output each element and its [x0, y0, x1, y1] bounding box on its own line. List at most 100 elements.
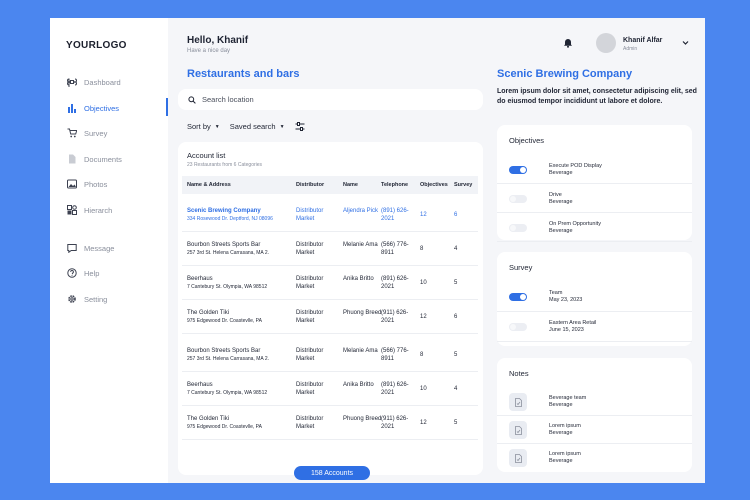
avatar[interactable] — [596, 33, 616, 53]
saved-search-button[interactable]: Saved search ▼ — [230, 122, 285, 131]
objectives-item: Drive Beverage — [497, 184, 692, 213]
distributor-cell: Distributor Market — [296, 416, 324, 430]
telephone-cell: (911) 626-2021 — [381, 310, 409, 324]
image-icon — [66, 179, 77, 190]
table-row[interactable]: Bourbon Streets Sports Bar 257 3rd St. He… — [182, 232, 478, 266]
objectives-item-text: Execute POD Display Beverage — [549, 163, 602, 177]
note-item[interactable]: Beverage team Beverage — [497, 388, 692, 416]
account-name[interactable]: The Golden Tiki — [187, 309, 262, 317]
user-name: Khanif Alfar — [623, 37, 663, 44]
toggle-switch[interactable] — [509, 323, 527, 331]
telephone-cell: (891) 626-2021 — [381, 208, 409, 222]
sliders-icon[interactable] — [295, 122, 305, 131]
chevron-down-icon[interactable] — [682, 40, 689, 46]
account-name[interactable]: Beerhaus — [187, 381, 267, 389]
account-list-subtitle: 23 Restaurants from 6 Categories — [187, 162, 263, 168]
app-window: YOURLOGO Dashboard Objectives Survey Doc… — [50, 18, 705, 483]
objectives-cell: 8 — [420, 246, 424, 252]
toggle-switch[interactable] — [509, 194, 527, 203]
survey-item: Team May 23, 2023 — [497, 282, 692, 312]
table-row[interactable]: Scenic Brewing Company 334 Rosewood Dr. D… — [182, 198, 478, 232]
note-sub: Beverage — [549, 458, 573, 464]
sidebar-item-hierarch[interactable]: Hierarch — [66, 203, 168, 217]
account-address: 257 3rd St. Helena Carrasana, MA 2. — [187, 250, 269, 256]
account-name[interactable]: The Golden Tiki — [187, 415, 262, 423]
column-header-distributor[interactable]: Distributor — [296, 182, 324, 188]
help-icon — [66, 268, 77, 279]
account-name[interactable]: Scenic Brewing Company — [187, 207, 273, 215]
note-item[interactable]: Lorem ipsum Beverage — [497, 444, 692, 472]
column-header-telephone[interactable]: Telephone — [381, 182, 408, 188]
toggle-switch[interactable] — [509, 165, 527, 174]
table-row[interactable]: The Golden Tiki 975 Edgewood Dr. Coastevl… — [182, 406, 478, 440]
note-text: Lorem ipsum Beverage — [549, 451, 581, 465]
account-name-cell: Bourbon Streets Sports Bar 257 3rd St. He… — [187, 347, 269, 363]
account-address: 975 Edgewood Dr. Coastevlle, PA — [187, 424, 262, 430]
toggle-switch[interactable] — [509, 223, 527, 232]
sidebar-item-photos[interactable]: Photos — [66, 177, 168, 191]
survey-item-text: Team May 23, 2023 — [549, 290, 582, 304]
objectives-item-text: Drive Beverage — [549, 192, 573, 206]
search-icon — [188, 95, 196, 104]
objectives-item-label: Execute POD Display — [549, 162, 602, 169]
telephone-cell: (911) 626-2021 — [381, 416, 409, 430]
sidebar-item-help[interactable]: Help — [66, 266, 168, 280]
survey-cell: 6 — [454, 212, 458, 218]
table-row[interactable]: Beerhaus 7 Cantebury St. Olympia, WA 9851… — [182, 372, 478, 406]
search-input[interactable] — [202, 95, 462, 104]
telephone-cell: (891) 626-2021 — [381, 276, 409, 290]
survey-cell: 5 — [454, 352, 458, 358]
note-item[interactable]: Lorem ipsum Beverage — [497, 416, 692, 444]
bell-icon[interactable] — [563, 38, 573, 48]
distributor-cell: Distributor Market — [296, 310, 324, 324]
sidebar-item-setting[interactable]: Setting — [66, 292, 168, 306]
account-name[interactable]: Bourbon Streets Sports Bar — [187, 241, 269, 249]
contact-cell: Anika Britto — [343, 276, 374, 282]
account-name[interactable]: Bourbon Streets Sports Bar — [187, 347, 269, 355]
survey-item-sub: May 23, 2023 — [549, 297, 583, 303]
bar-chart-icon — [66, 103, 77, 114]
contact-cell: Phuong Breed — [343, 416, 382, 422]
contact-cell: Melanie Ama — [343, 242, 378, 248]
note-icon — [509, 449, 527, 467]
accounts-count-button[interactable]: 158 Accounts — [294, 466, 370, 480]
sidebar-item-dashboard[interactable]: Dashboard — [66, 75, 168, 89]
sidebar-item-message[interactable]: Message — [66, 241, 168, 255]
sidebar-item-label: Hierarch — [84, 205, 113, 215]
detail-description: Lorem ipsum dolor sit amet, consectetur … — [497, 88, 697, 105]
note-icon — [509, 393, 527, 411]
toggle-switch[interactable] — [509, 293, 527, 301]
sidebar-item-label: Help — [84, 268, 100, 278]
sidebar-item-documents[interactable]: Documents — [66, 152, 168, 166]
account-address: 7 Cantebury St. Olympia, WA 98512 — [187, 284, 268, 290]
contact-cell: Anika Britto — [343, 382, 374, 388]
sidebar-item-label: Documents — [84, 154, 122, 164]
column-header-name[interactable]: Name & Address — [187, 182, 231, 188]
account-name[interactable]: Beerhaus — [187, 275, 267, 283]
column-header-survey[interactable]: Survey — [454, 182, 472, 188]
sidebar-item-objectives[interactable]: Objectives — [66, 98, 168, 116]
sidebar-item-label: Photos — [84, 179, 108, 189]
survey-card: Survey Team May 23, 2023 Eastern Area Reta… — [497, 252, 692, 346]
distributor-cell: Distributor Market — [296, 242, 324, 256]
objectives-item: On Prem Opportunity Beverage — [497, 213, 692, 242]
table-row[interactable]: Bourbon Streets Sports Bar 257 3rd St. He… — [182, 338, 478, 372]
column-header-contact[interactable]: Name — [343, 182, 358, 188]
notes-title: Notes — [509, 369, 529, 378]
table-row[interactable]: Beerhaus 7 Cantebury St. Olympia, WA 9851… — [182, 266, 478, 300]
contact-cell: Phuong Breed — [343, 310, 382, 316]
user-role: Admin — [623, 46, 638, 52]
greeting-title: Hello, Khanif — [187, 35, 249, 46]
table-header: Name & Address Distributor Name Telephon… — [182, 176, 478, 194]
survey-cell: 5 — [454, 420, 458, 426]
sort-by-button[interactable]: Sort by ▼ — [187, 122, 220, 131]
note-label: Lorem ipsum — [549, 451, 581, 457]
table-row[interactable]: The Golden Tiki 975 Edgewood Dr. Coastevl… — [182, 300, 478, 334]
sidebar-item-survey[interactable]: Survey — [66, 126, 168, 140]
caret-down-icon: ▼ — [214, 123, 220, 130]
cart-icon — [66, 128, 77, 139]
survey-cell: 4 — [454, 246, 458, 252]
column-header-objectives[interactable]: Objectives — [420, 182, 448, 188]
search-bar[interactable] — [178, 89, 483, 110]
objectives-item-label: Drive — [549, 191, 562, 198]
